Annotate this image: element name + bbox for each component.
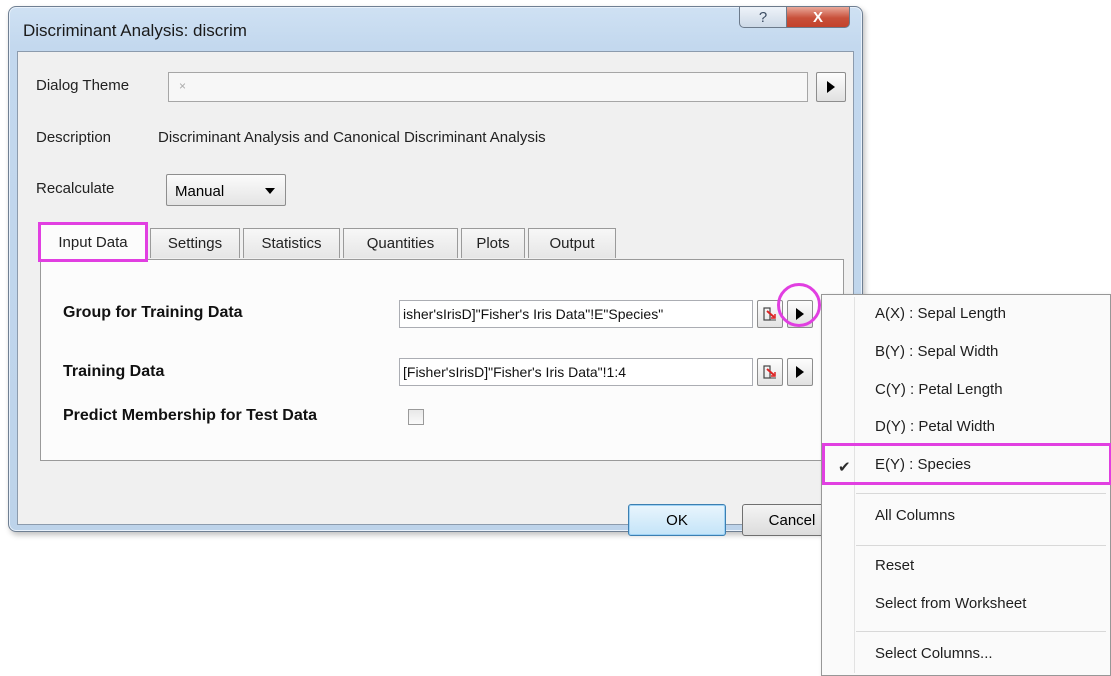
group-training-value: isher'sIrisD]"Fisher's Iris Data"!E"Spec… [403,306,664,322]
play-arrow-icon [796,366,804,378]
checkmark-icon: ✔ [838,459,851,476]
tab-settings[interactable]: Settings [150,228,240,258]
dialog-theme-field[interactable]: × [168,72,808,102]
dialog-body: Dialog Theme × Description Discriminant … [17,51,854,536]
theme-value: × [179,79,187,93]
training-data-input[interactable]: [Fisher'sIrisD]"Fisher's Iris Data"!1:4 [399,358,753,386]
title-bar[interactable]: Discriminant Analysis: discrim ? X [9,6,862,51]
predict-membership-checkbox[interactable] [408,409,424,425]
description-value: Discriminant Analysis and Canonical Disc… [158,129,546,146]
cancel-label: Cancel [768,512,816,529]
menu-item-e-species[interactable]: E(Y) : Species [875,456,971,473]
arrow-button-highlight-circle [777,283,821,327]
recalculate-label: Recalculate [36,180,115,197]
input-data-panel: Group for Training Data isher'sIrisD]"Fi… [40,259,844,461]
dialog-window: Discriminant Analysis: discrim ? X Dialo… [8,6,863,536]
menu-item-a-sepal-length[interactable]: A(X) : Sepal Length [875,305,1006,322]
close-icon: X [812,8,823,26]
worksheet-select-icon [763,307,776,321]
play-arrow-icon [827,81,835,93]
tab-quantities[interactable]: Quantities [343,228,458,258]
tab-label: Plots [476,235,510,252]
menu-separator [856,631,1106,632]
training-select-worksheet-button[interactable] [757,358,783,386]
close-button[interactable]: X [786,6,850,28]
menu-item-reset[interactable]: Reset [875,557,914,574]
recalculate-dropdown[interactable]: Manual [166,174,286,206]
tab-output[interactable]: Output [528,228,616,258]
recalculate-value: Manual [175,183,225,200]
tab-label: Statistics [261,235,322,252]
menu-separator [856,545,1106,546]
chevron-down-icon [265,188,275,194]
tab-label: Quantities [366,235,435,252]
ok-label: OK [666,512,688,529]
training-data-label: Training Data [63,363,165,380]
menu-item-all-columns[interactable]: All Columns [875,507,955,524]
group-training-label: Group for Training Data [63,304,243,321]
column-context-menu: A(X) : Sepal Length B(Y) : Sepal Width C… [821,294,1111,676]
tab-plots[interactable]: Plots [461,228,525,258]
training-column-menu-button[interactable] [787,358,813,386]
worksheet-select-icon [763,365,776,379]
menu-separator [856,493,1106,494]
description-text: Discriminant Analysis and Canonical Disc… [158,124,808,152]
tab-label: Output [549,235,595,252]
help-icon: ? [758,8,768,26]
menu-gutter [854,297,855,673]
tab-statistics[interactable]: Statistics [243,228,340,258]
menu-item-d-petal-width[interactable]: D(Y) : Petal Width [875,418,995,435]
help-button[interactable]: ? [739,6,787,28]
group-training-input[interactable]: isher'sIrisD]"Fisher's Iris Data"!E"Spec… [399,300,753,328]
dialog-theme-label: Dialog Theme [36,77,130,94]
tab-label: Input Data [58,234,128,251]
training-data-value: [Fisher'sIrisD]"Fisher's Iris Data"!1:4 [403,364,626,380]
tab-label: Settings [167,235,223,252]
description-label: Description [36,129,112,146]
menu-item-c-petal-length[interactable]: C(Y) : Petal Length [875,381,1003,398]
menu-item-select-from-worksheet[interactable]: Select from Worksheet [875,595,1026,612]
predict-membership-label: Predict Membership for Test Data [63,407,317,424]
tab-input-data[interactable]: Input Data [38,222,148,262]
menu-item-select-columns[interactable]: Select Columns... [875,645,993,662]
window-title: Discriminant Analysis: discrim [23,21,247,40]
theme-menu-button[interactable] [816,72,846,102]
ok-button[interactable]: OK [628,504,726,536]
menu-item-b-sepal-width[interactable]: B(Y) : Sepal Width [875,343,998,360]
